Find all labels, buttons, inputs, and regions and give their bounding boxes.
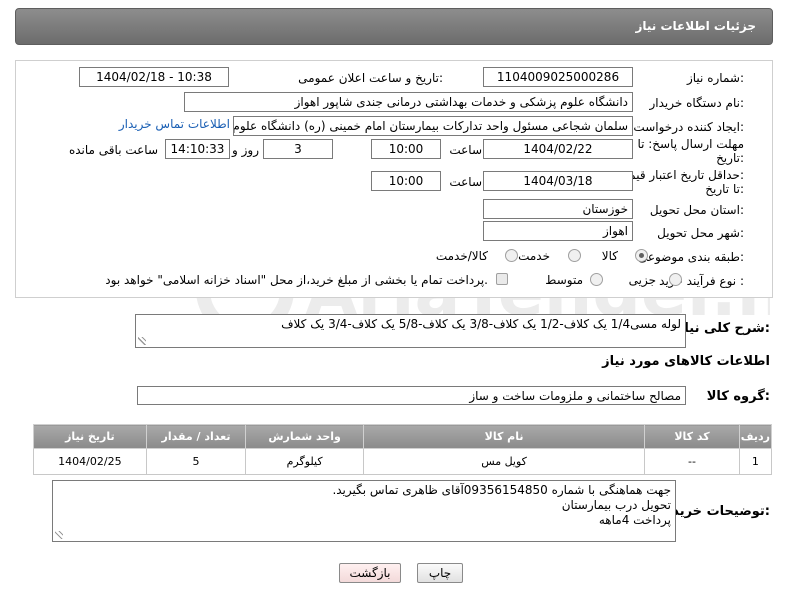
category-option-goods-service: کالا/خدمت (435, 249, 488, 263)
description-textarea: لوله مسی1/4 یک کلاف-1/2 یک کلاف-3/8 یک ک… (135, 314, 686, 348)
items-table: ردیف کد کالا نام کالا واحد شمارش تعداد /… (33, 424, 773, 475)
cell-item-name: کویل مس (362, 448, 646, 475)
treasury-checkbox[interactable] (496, 273, 508, 285)
description-label: شرح کلی نیاز: (676, 321, 770, 336)
price-time-label: ساعت (449, 175, 482, 189)
category-option-goods: کالا (601, 249, 618, 263)
city-label: شهر محل تحویل: (657, 226, 744, 240)
buyer-org-label: نام دستگاه خریدار: (649, 96, 745, 110)
requester-label: ایجاد کننده درخواست: (633, 120, 744, 134)
col-header-row-number: ردیف (738, 424, 773, 449)
goods-group-label: گروه کالا: (706, 389, 770, 404)
col-header-need-date: تاریخ نیاز (33, 424, 147, 449)
deadline-time-label: ساعت (449, 143, 482, 157)
description-text: لوله مسی1/4 یک کلاف-1/2 یک کلاف-3/8 یک ک… (281, 317, 681, 331)
buyer-notes-line-2: تحویل درب بیمارستان (561, 498, 671, 512)
price-validity-label: حداقل تاریخ اعتبار قیمت: (617, 168, 744, 182)
process-option-medium: متوسط (545, 273, 583, 287)
deadline-label: مهلت ارسال پاسخ: تا (637, 137, 744, 151)
province-label: استان محل تحویل: (649, 203, 744, 217)
contact-info-link[interactable]: اطلاعات تماس خریدار (119, 117, 230, 131)
buyer-notes-line-3: پرداخت 4ماهه (598, 513, 671, 527)
price-validity-label-2: تا تاریخ: (705, 182, 744, 196)
col-header-unit: واحد شمارش (245, 424, 364, 449)
deadline-time-field: 10:00 (371, 139, 441, 159)
cell-unit: کیلوگرم (245, 448, 364, 475)
remaining-time-field: 14:10:33 (165, 139, 230, 159)
announce-label: تاریخ و ساعت اعلان عمومی: (298, 71, 443, 85)
page-header: جزئیات اطلاعات نیاز (15, 8, 773, 45)
announce-field: 1404/02/18 - 10:38 (79, 67, 229, 87)
goods-section-title: اطلاعات کالاهای مورد نیاز (602, 354, 770, 369)
buyer-notes-textarea: جهت هماهنگی با شماره 09356154850آقای ظاه… (52, 480, 676, 542)
payment-note: پرداخت تمام یا بخشی از مبلغ خرید،از محل … (105, 273, 488, 287)
city-field: اهواز (483, 221, 633, 241)
resize-handle-icon[interactable] (55, 531, 63, 539)
need-number-field: 1104009025000286 (483, 67, 633, 87)
cell-need-date: 1404/02/25 (33, 448, 147, 475)
price-time-field: 10:00 (371, 171, 441, 191)
process-radio-minor[interactable] (669, 273, 682, 286)
requester-field: سلمان شجاعی مسئول واحد تدارکات بیمارستان… (233, 116, 633, 136)
category-radio-goods[interactable] (635, 249, 648, 262)
resize-handle-icon[interactable] (138, 337, 146, 345)
goods-group-field: مصالح ساختمانی و ملزومات ساخت و ساز (137, 386, 686, 405)
table-row: 1 -- کویل مس کیلوگرم 5 1404/02/25 (33, 448, 773, 475)
page-title: جزئیات اطلاعات نیاز (635, 19, 756, 33)
cell-quantity: 5 (145, 448, 247, 475)
cell-row-number: 1 (738, 448, 773, 475)
days-field: 3 (263, 139, 333, 159)
need-number-label: شماره نیاز: (686, 71, 744, 85)
deadline-label-2: تاریخ: (716, 151, 744, 165)
category-radio-service[interactable] (568, 249, 581, 262)
table-header-row: ردیف کد کالا نام کالا واحد شمارش تعداد /… (33, 424, 773, 449)
col-header-quantity: تعداد / مقدار (145, 424, 247, 449)
days-label: روز و (232, 143, 259, 157)
print-button[interactable]: چاپ (417, 563, 463, 583)
process-radio-medium[interactable] (590, 273, 603, 286)
cell-item-code: -- (644, 448, 740, 475)
col-header-item-code: کد کالا (644, 424, 740, 449)
deadline-date-field: 1404/02/22 (483, 139, 633, 159)
process-option-minor: جزیی (628, 273, 656, 287)
buyer-notes-line-1: جهت هماهنگی با شماره 09356154850آقای ظاه… (332, 483, 671, 497)
province-field: خوزستان (483, 199, 633, 219)
buyer-notes-label: توضیحات خریدار: (660, 504, 770, 519)
remaining-label: ساعت باقی مانده (68, 143, 158, 157)
col-header-item-name: نام کالا (362, 424, 646, 449)
category-label: طبقه بندی موضوعی: (637, 250, 744, 264)
price-date-field: 1404/03/18 (483, 171, 633, 191)
category-option-service: خدمت (518, 249, 550, 263)
category-radio-goods-service[interactable] (505, 249, 518, 262)
back-button[interactable]: بازگشت (339, 563, 401, 583)
buyer-org-field: دانشگاه علوم پزشکی و خدمات بهداشتی درمان… (184, 92, 633, 112)
